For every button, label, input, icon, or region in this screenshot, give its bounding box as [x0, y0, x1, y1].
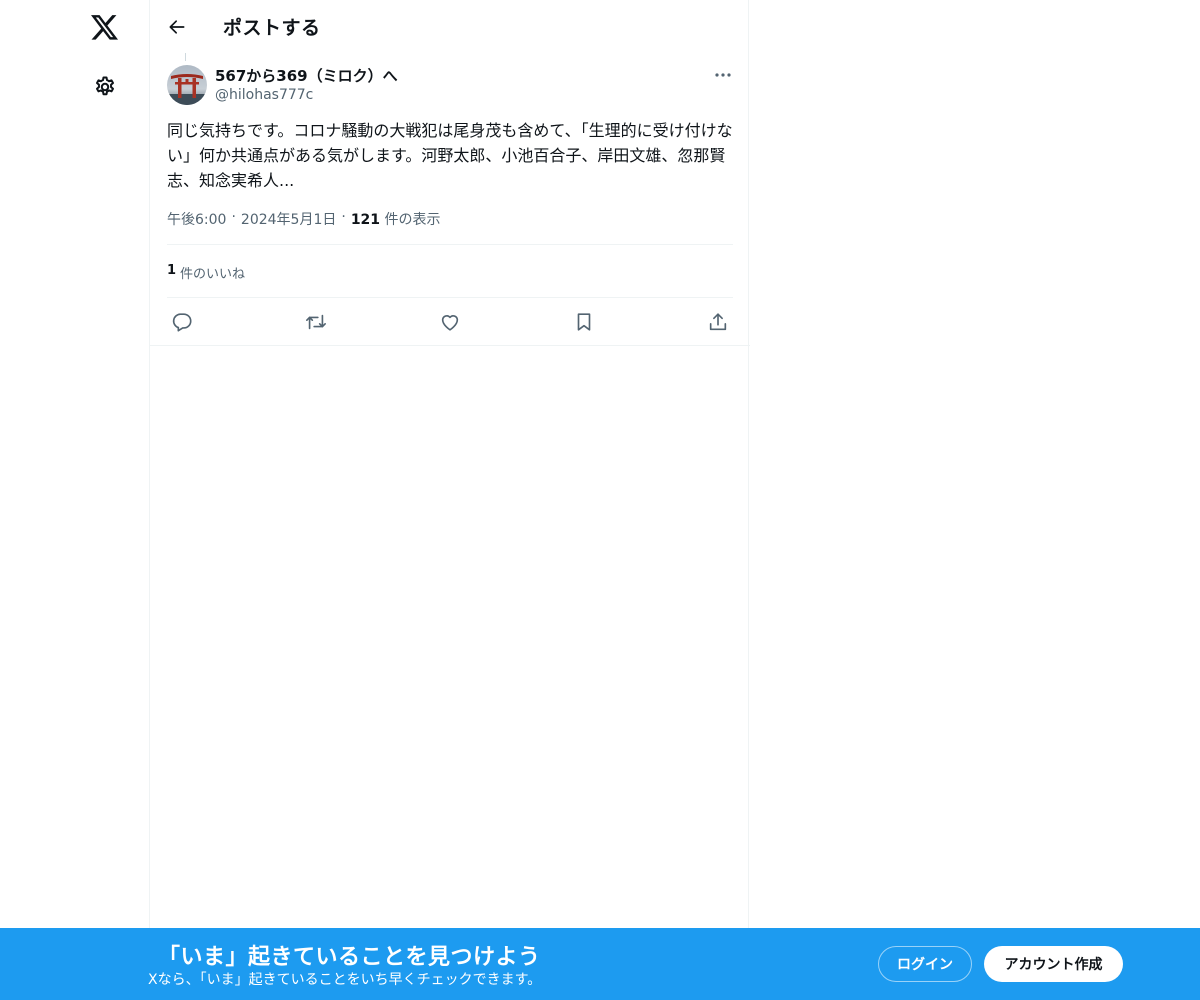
post-meta: 午後6:00 · 2024年5月1日 · 121 件の表示	[167, 209, 441, 229]
page-header: ポストする	[150, 0, 750, 53]
post-time[interactable]: 午後6:00	[167, 209, 226, 229]
author-display-name[interactable]: 567から369（ミロク）へ	[215, 65, 398, 86]
repost-button[interactable]	[301, 307, 331, 337]
divider	[150, 345, 750, 346]
heart-icon	[441, 315, 459, 331]
likes-summary[interactable]: 1 件のいいね	[167, 263, 245, 282]
thread-line	[185, 53, 186, 61]
author-handle[interactable]: @hilohas777c	[215, 87, 313, 103]
like-button[interactable]	[435, 307, 465, 337]
share-icon	[709, 313, 727, 331]
gear-icon[interactable]	[80, 62, 130, 112]
post-date[interactable]: 2024年5月1日	[241, 209, 336, 229]
meta-separator: ·	[231, 209, 236, 225]
login-button[interactable]: ログイン	[878, 946, 972, 982]
arrow-left-icon	[169, 20, 185, 34]
likes-count: 1	[167, 263, 177, 278]
share-button[interactable]	[703, 307, 733, 337]
divider	[167, 244, 733, 245]
views-label: 件の表示	[384, 212, 441, 228]
main-column: ポストする 567から369（ミロク）へ @hilohas777c 同じ気持ちで…	[149, 0, 750, 1000]
repost-icon	[306, 314, 326, 330]
meta-separator: ·	[341, 209, 346, 225]
x-logo-icon[interactable]	[80, 3, 130, 53]
avatar[interactable]	[167, 65, 207, 105]
page-title: ポストする	[223, 17, 321, 39]
reply-button[interactable]	[167, 307, 197, 337]
post-text: 同じ気持ちです。コロナ騒動の大戦犯は尾身茂も含めて、「生理的に受け付けない」何か…	[167, 121, 733, 190]
bookmark-icon	[577, 313, 591, 331]
more-options-button[interactable]	[708, 62, 738, 88]
bookmark-button[interactable]	[569, 307, 599, 337]
back-button[interactable]	[159, 9, 195, 45]
likes-label: 件のいいね	[180, 267, 246, 282]
banner-title: 「いま」起きていることを見つけよう	[158, 945, 541, 970]
left-navigation	[0, 0, 150, 1000]
banner-subtitle: Xなら、「いま」起きていることをいち早くチェックできます。	[148, 972, 542, 988]
more-horizontal-icon	[715, 73, 731, 77]
create-account-button[interactable]: アカウント作成	[984, 946, 1123, 982]
views-count: 121	[350, 212, 381, 228]
divider	[167, 297, 733, 298]
reply-icon	[172, 313, 192, 332]
